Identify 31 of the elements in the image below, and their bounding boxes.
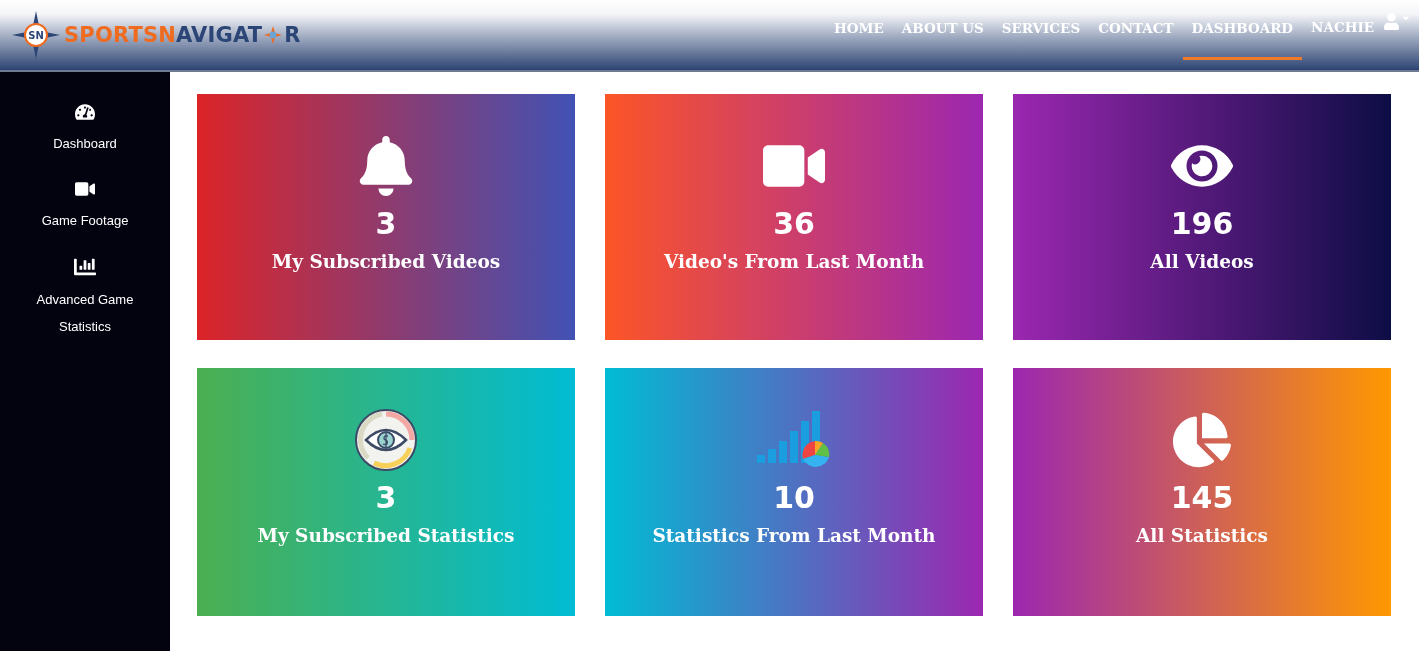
pie-chart-icon bbox=[1173, 411, 1231, 469]
gauge-icon bbox=[75, 102, 95, 122]
sidebar-item[interactable]: Game Footage bbox=[10, 179, 160, 234]
nav-link[interactable]: HOME bbox=[825, 0, 893, 60]
stat-title: All Videos bbox=[1150, 251, 1254, 272]
nav-link[interactable]: SERVICES bbox=[992, 0, 1090, 60]
stat-count: 196 bbox=[1170, 206, 1234, 241]
nav-link[interactable]: CONTACT bbox=[1089, 0, 1183, 60]
stat-count: 36 bbox=[773, 206, 815, 241]
sidebar-item[interactable]: Dashboard bbox=[10, 102, 160, 157]
nav-link[interactable]: DASHBOARD bbox=[1182, 0, 1303, 60]
stat-title: Statistics From Last Month bbox=[652, 525, 936, 546]
logo-wordmark: SPORTSNAVIGAT bbox=[64, 23, 263, 47]
stat-title: My Subscribed Videos bbox=[271, 251, 501, 272]
stat-title: Video's From Last Month bbox=[663, 251, 925, 272]
nav-link[interactable]: ABOUT US bbox=[892, 0, 993, 60]
user-name: NACHIE bbox=[1310, 17, 1375, 37]
eye-coin-icon bbox=[354, 408, 418, 472]
compass-icon bbox=[264, 26, 283, 44]
stat-count: 3 bbox=[375, 206, 397, 241]
sidebar-item[interactable]: Advanced Game Statistics bbox=[10, 256, 160, 340]
logo-badge-text: SN bbox=[28, 30, 44, 41]
stat-count: 10 bbox=[773, 480, 815, 515]
user-icon bbox=[1383, 13, 1400, 30]
stat-title: All Statistics bbox=[1136, 525, 1268, 546]
stat-count: 145 bbox=[1170, 480, 1234, 515]
stat-count: 3 bbox=[375, 480, 397, 515]
logo-letter: R bbox=[284, 23, 301, 47]
bar-chart-icon bbox=[74, 256, 96, 278]
video-camera-icon bbox=[75, 179, 95, 199]
stat-title: My Subscribed Statistics bbox=[257, 525, 515, 546]
